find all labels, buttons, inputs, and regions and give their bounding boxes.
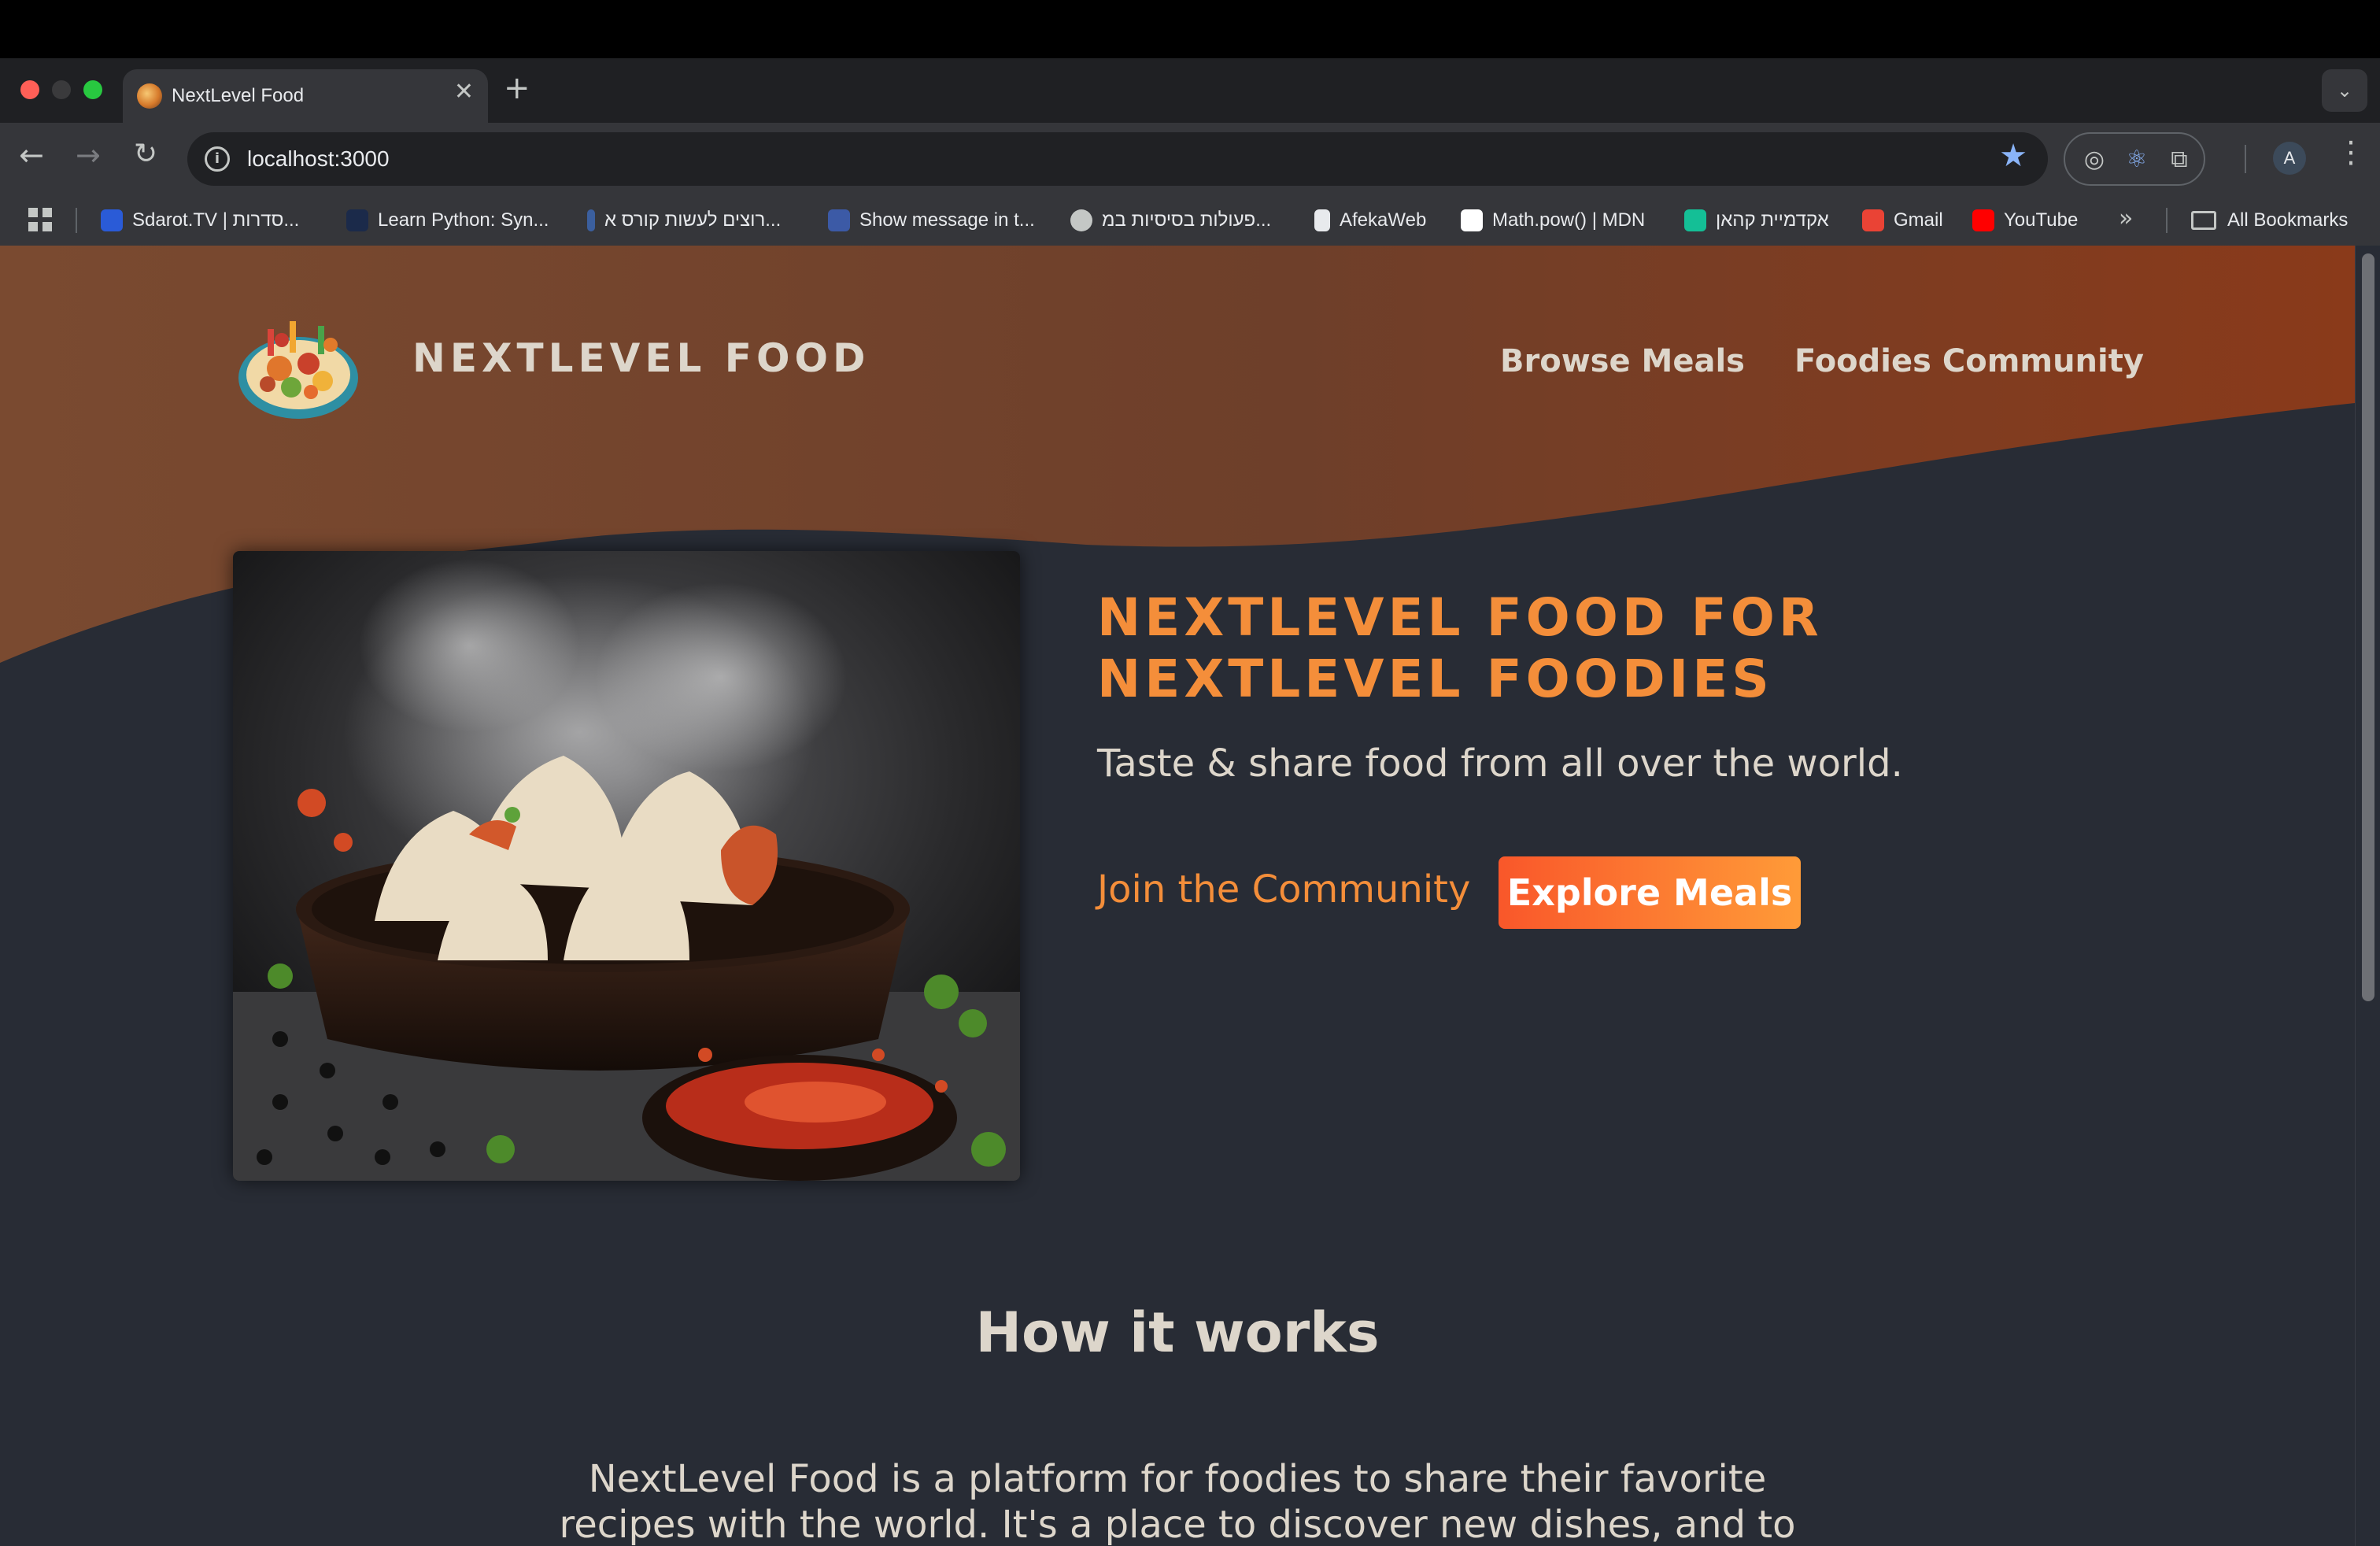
page-scrollbar[interactable] [2355, 246, 2380, 1546]
site-favicon-icon [137, 83, 162, 109]
tab-search-chevron-icon[interactable]: ⌄ [2322, 69, 2367, 112]
scrollbar-thumb[interactable] [2362, 253, 2374, 1001]
site-info-icon[interactable]: i [205, 146, 230, 172]
bookmark-gmail[interactable]: Gmail [1862, 205, 1943, 236]
course-favicon-icon [587, 209, 595, 231]
bookmark-label: אקדמיית קהאן [1716, 209, 1829, 231]
all-bookmarks-label: All Bookmarks [2227, 209, 2349, 231]
minimize-window-button[interactable] [52, 80, 71, 99]
bookmark-basic-ops[interactable]: פעולות בסיסיות במ... [1070, 205, 1271, 236]
bookmarks-bar: Sdarot.TV | סדרות... Learn Python: Syn..… [0, 195, 2380, 246]
bookmark-youtube[interactable]: YouTube [1972, 205, 2078, 236]
extensions-puzzle-icon[interactable]: ⧉ [2166, 146, 2193, 173]
explore-meals-button[interactable]: Explore Meals [1499, 856, 1801, 929]
extension-target-icon[interactable]: ◎ [2081, 146, 2108, 173]
bookmarks-divider [2166, 208, 2168, 233]
browser-toolbar: ← → ↻ i localhost:3000 ★ ◎ ⚛ ⧉ A ⋮ [0, 123, 2380, 195]
new-tab-button[interactable]: + [504, 72, 530, 104]
maximize-window-button[interactable] [83, 80, 102, 99]
mdn-favicon-icon [1461, 209, 1483, 231]
forward-arrow-icon[interactable]: → [76, 140, 101, 170]
sdarot-favicon-icon [101, 209, 123, 231]
hero-dumplings-image [233, 551, 1020, 1181]
address-bar[interactable]: i localhost:3000 ★ [187, 132, 2048, 186]
khan-academy-favicon-icon [1684, 209, 1706, 231]
how-it-works-heading: How it works [975, 1300, 1380, 1365]
youtube-icon [1972, 209, 1994, 231]
bookmark-label: Gmail [1894, 209, 1943, 231]
bookmark-label: פעולות בסיסיות במ... [1102, 209, 1272, 231]
profile-avatar[interactable]: A [2273, 142, 2306, 175]
url-text[interactable]: localhost:3000 [247, 146, 390, 172]
nav-browse-meals[interactable]: Browse Meals [1500, 343, 1745, 379]
folder-icon [2191, 211, 2216, 230]
bookmark-label: Math.pow() | MDN [1492, 209, 1646, 231]
close-window-button[interactable] [20, 80, 39, 99]
back-arrow-icon[interactable]: ← [19, 140, 44, 170]
bookmark-label: YouTube [2004, 209, 2079, 231]
bookmark-label: AfekaWeb [1340, 209, 1427, 231]
bookmark-star-icon[interactable]: ★ [1999, 140, 2027, 172]
page-viewport: NextLevel Food Browse Meals Foodies Comm… [0, 246, 2355, 1546]
tab-bar: NextLevel Food ✕ + ⌄ [0, 58, 2380, 123]
document-icon [1314, 209, 1330, 231]
toolbar-divider [2245, 145, 2246, 173]
bookmark-label: Sdarot.TV | סדרות... [132, 209, 300, 231]
bookmark-learn-python[interactable]: Learn Python: Syn... [346, 205, 549, 236]
globe-icon [1070, 209, 1092, 231]
bookmarks-divider [76, 208, 77, 233]
react-devtools-icon[interactable]: ⚛ [2123, 146, 2150, 173]
join-community-link[interactable]: Join the Community [1097, 867, 1470, 912]
bookmark-show-message[interactable]: Show message in t... [828, 205, 1035, 236]
more-menu-icon[interactable]: ⋮ [2336, 137, 2366, 167]
bookmark-label: רוצים לעשות קורס א... [604, 209, 782, 231]
hero-subtitle: Taste & share food from all over the wor… [1097, 742, 1903, 786]
bookmark-khan-academy[interactable]: אקדמיית קהאן [1684, 205, 1829, 236]
active-tab[interactable]: NextLevel Food ✕ [123, 69, 488, 123]
logo-food-plate-icon[interactable] [236, 305, 360, 423]
bookmark-label: Learn Python: Syn... [378, 209, 549, 231]
close-tab-icon[interactable]: ✕ [454, 80, 474, 104]
nav-foodies-community[interactable]: Foodies Community [1794, 343, 2144, 379]
bookmark-label: Show message in t... [859, 209, 1035, 231]
logo-text[interactable]: NextLevel Food [412, 335, 870, 381]
more-bookmarks-chevron-icon[interactable]: » [2119, 205, 2133, 232]
how-it-works-text: NextLevel Food is a platform for foodies… [559, 1457, 1796, 1546]
all-bookmarks-button[interactable]: All Bookmarks [2191, 205, 2348, 236]
system-menubar [0, 0, 2380, 58]
hero-title: NextLevel Food for NextLevel Foodies [1097, 587, 1823, 709]
apps-grid-icon[interactable] [28, 208, 52, 231]
tab-title: NextLevel Food [172, 85, 305, 106]
gmail-icon [1862, 209, 1884, 231]
reload-icon[interactable]: ↻ [134, 140, 157, 168]
show-message-favicon-icon [828, 209, 850, 231]
bookmark-sdarot[interactable]: Sdarot.TV | סדרות... [101, 205, 299, 236]
bookmark-mdn[interactable]: Math.pow() | MDN [1461, 205, 1645, 236]
bookmark-afekaweb[interactable]: AfekaWeb [1314, 205, 1426, 236]
bookmark-course[interactable]: רוצים לעשות קורס א... [587, 205, 781, 236]
learn-python-favicon-icon [346, 209, 368, 231]
extensions-group: ◎ ⚛ ⧉ [2064, 132, 2205, 186]
